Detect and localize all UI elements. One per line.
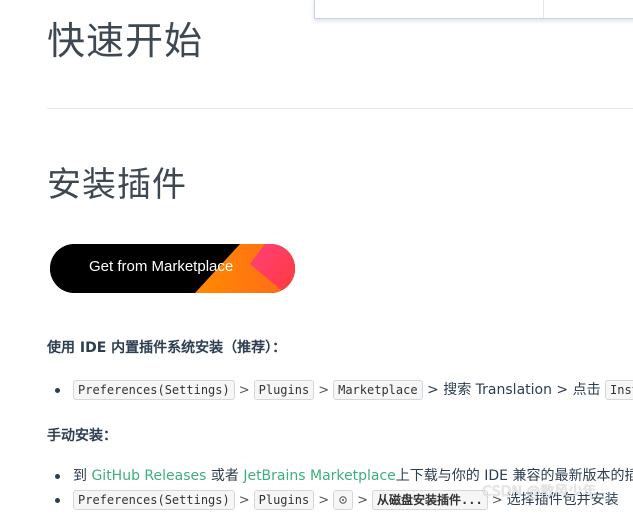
recommended-steps-list: Preferences(Settings) > Plugins > Marketplac… <box>47 377 633 403</box>
separator: > <box>357 493 369 508</box>
separator: > <box>318 493 330 508</box>
separator: > <box>318 383 330 398</box>
search-translation-text: > 搜索 Translation > 点击 <box>427 382 601 398</box>
item-middle: 或者 <box>210 468 239 484</box>
get-from-marketplace-button[interactable]: Get from Marketplace <box>50 244 295 293</box>
bullet <box>55 498 60 503</box>
watermark: CSDN @散风少年 <box>482 484 597 500</box>
bullet <box>55 474 60 479</box>
separator: > <box>238 493 250 508</box>
overlay-popup <box>314 0 633 19</box>
item-prefix: 到 <box>73 468 87 484</box>
gear-icon <box>333 490 354 510</box>
bullet <box>55 388 60 393</box>
github-releases-link[interactable]: GitHub Releases <box>91 468 206 484</box>
page-title: 快速开始 <box>47 19 204 63</box>
preferences-code: Preferences(Settings) <box>73 490 235 510</box>
marketplace-button-label: Get from Marketplace <box>89 258 234 275</box>
marketplace-code: Marketplace <box>333 380 423 400</box>
recommended-install-heading: 使用 IDE 内置插件系统安装（推荐）： <box>47 340 287 356</box>
section-title: 安装插件 <box>47 165 187 205</box>
install-from-disk-code: 从磁盘安装插件... <box>372 490 488 510</box>
install-code: Inst <box>605 380 633 400</box>
plugins-code: Plugins <box>253 380 315 400</box>
preferences-code: Preferences(Settings) <box>73 380 235 400</box>
popup-divider <box>543 0 544 18</box>
title-divider <box>47 108 633 109</box>
plugins-code: Plugins <box>253 490 315 510</box>
list-item: Preferences(Settings) > Plugins > Marketplac… <box>47 377 633 403</box>
jetbrains-marketplace-link[interactable]: JetBrains Marketplace <box>243 468 395 484</box>
separator: > <box>238 383 250 398</box>
manual-install-heading: 手动安装： <box>47 428 117 444</box>
